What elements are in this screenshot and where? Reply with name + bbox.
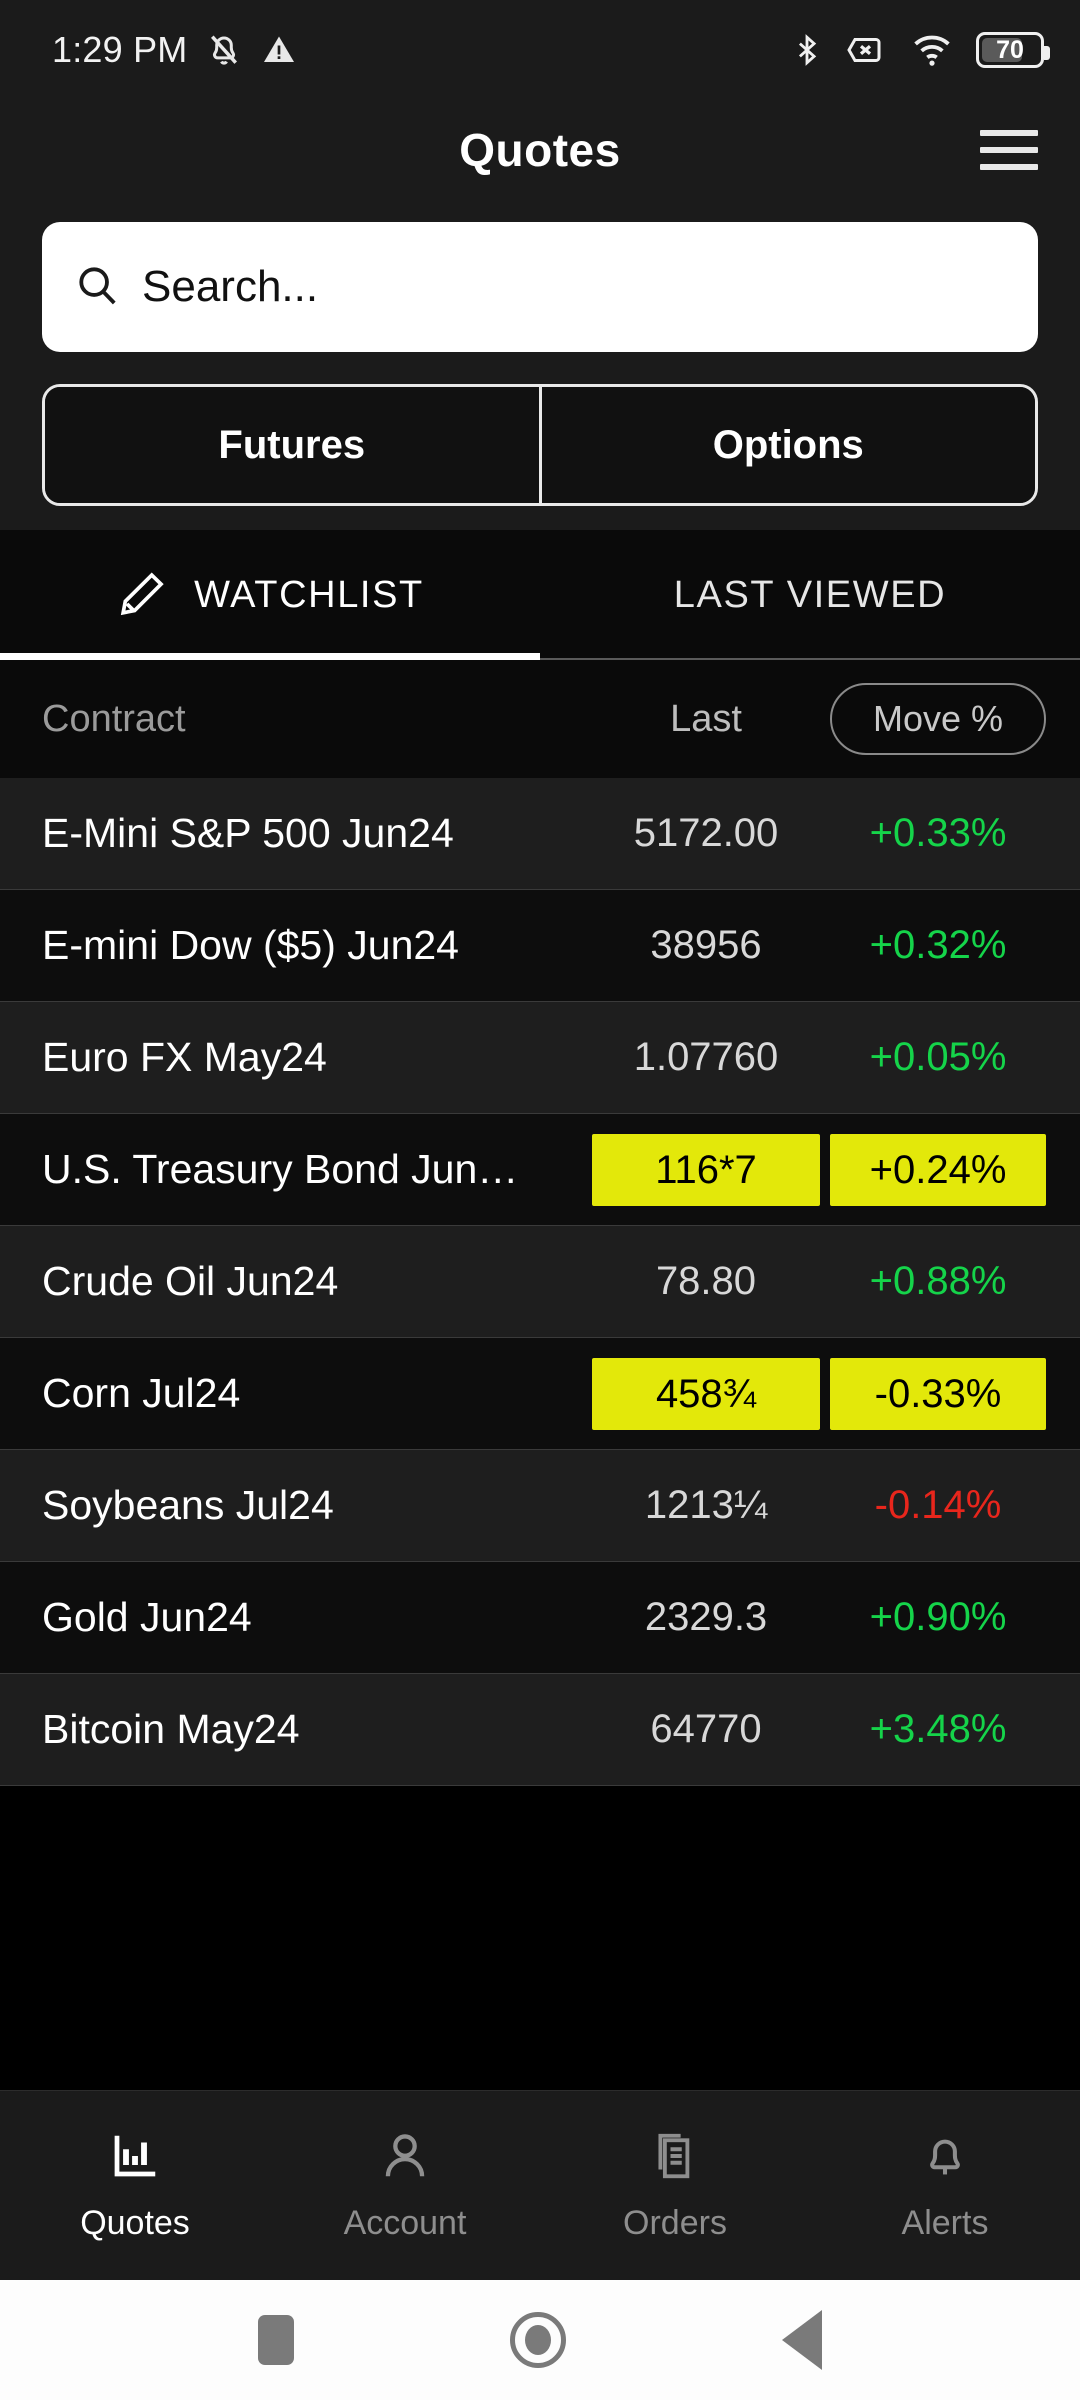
- table-row[interactable]: Soybeans Jul24 1213¼ -0.14%: [0, 1450, 1080, 1562]
- watchlist-tabs: WATCHLIST LAST VIEWED: [0, 530, 1080, 660]
- move-percent: +0.90%: [869, 1595, 1007, 1639]
- move-percent: +0.33%: [869, 811, 1007, 855]
- contract-name: Soybeans Jul24: [42, 1482, 334, 1528]
- table-row[interactable]: Euro FX May24 1.07760 +0.05%: [0, 1002, 1080, 1114]
- back-button[interactable]: [782, 2310, 822, 2370]
- search-icon: [74, 262, 120, 313]
- home-button[interactable]: [510, 2312, 566, 2368]
- warning-triangle-icon: [261, 32, 297, 68]
- table-row[interactable]: U.S. Treasury Bond Jun… 116*7 +0.24%: [0, 1114, 1080, 1226]
- app-screen: 1:29 PM 70 Quotes Search... Futures Opti…: [0, 0, 1080, 2400]
- bluetooth-icon: [790, 31, 824, 69]
- status-bar-right: 70: [790, 31, 1050, 69]
- last-price: 2329.3: [644, 1595, 768, 1639]
- tab-last-viewed-label: LAST VIEWED: [673, 573, 947, 616]
- table-row[interactable]: E-mini Dow ($5) Jun24 38956 +0.32%: [0, 890, 1080, 1002]
- nav-label-orders: Orders: [623, 2203, 727, 2242]
- no-sim-icon: [846, 31, 888, 69]
- app-header: Quotes: [0, 100, 1080, 200]
- segment-options[interactable]: Options: [538, 387, 1035, 503]
- nav-item-account[interactable]: Account: [270, 2129, 540, 2243]
- bell-icon: [918, 2129, 972, 2188]
- search-input[interactable]: Search...: [42, 222, 1038, 352]
- tab-watchlist[interactable]: WATCHLIST: [0, 530, 540, 660]
- hamburger-menu-icon[interactable]: [980, 130, 1038, 170]
- table-row[interactable]: Crude Oil Jun24 78.80 +0.88%: [0, 1226, 1080, 1338]
- nav-label-quotes: Quotes: [80, 2203, 190, 2242]
- search-container: Search...: [0, 200, 1080, 370]
- bell-muted-icon: [205, 31, 243, 69]
- tab-last-viewed[interactable]: LAST VIEWED: [540, 530, 1080, 660]
- nav-label-account: Account: [343, 2203, 467, 2242]
- move-percent: +0.24%: [830, 1133, 1046, 1206]
- move-percent: +0.05%: [869, 1035, 1007, 1079]
- table-row[interactable]: Bitcoin May24 64770 +3.48%: [0, 1674, 1080, 1786]
- move-percent: +0.32%: [869, 923, 1007, 967]
- pencil-edit-icon[interactable]: [116, 569, 168, 621]
- last-price: 78.80: [655, 1259, 757, 1303]
- wifi-icon: [910, 31, 954, 69]
- contract-name: Gold Jun24: [42, 1594, 252, 1640]
- bottom-navigation: Quotes Account Orders Alerts: [0, 2090, 1080, 2280]
- market-type-container: Futures Options: [0, 370, 1080, 530]
- market-type-segmented-control: Futures Options: [42, 384, 1038, 506]
- empty-space: [0, 1786, 1080, 2090]
- tab-watchlist-label: WATCHLIST: [194, 573, 424, 616]
- nav-item-orders[interactable]: Orders: [540, 2129, 810, 2243]
- last-price: 5172.00: [633, 811, 779, 855]
- last-price: 116*7: [592, 1133, 820, 1206]
- quotes-table-body: E-Mini S&P 500 Jun24 5172.00 +0.33% E-mini …: [0, 778, 1080, 1786]
- nav-item-alerts[interactable]: Alerts: [810, 2129, 1080, 2243]
- battery-icon: 70: [976, 32, 1050, 68]
- table-row[interactable]: Gold Jun24 2329.3 +0.90%: [0, 1562, 1080, 1674]
- last-price: 64770: [650, 1707, 762, 1751]
- table-row[interactable]: Corn Jul24 458¾ -0.33%: [0, 1338, 1080, 1450]
- move-percent: -0.33%: [830, 1357, 1046, 1430]
- status-time: 1:29 PM: [52, 29, 188, 70]
- move-percent: -0.14%: [874, 1483, 1002, 1527]
- table-row[interactable]: E-Mini S&P 500 Jun24 5172.00 +0.33%: [0, 778, 1080, 890]
- nav-label-alerts: Alerts: [901, 2203, 989, 2242]
- last-price: 38956: [650, 923, 762, 967]
- last-price: 1213¼: [644, 1483, 768, 1527]
- android-navigation-bar: [0, 2280, 1080, 2400]
- last-price: 1.07760: [633, 1035, 779, 1079]
- search-placeholder: Search...: [142, 262, 319, 311]
- documents-icon: [648, 2129, 702, 2188]
- nav-item-quotes[interactable]: Quotes: [0, 2129, 270, 2243]
- person-icon: [378, 2129, 432, 2188]
- contract-name: Euro FX May24: [42, 1034, 327, 1080]
- column-header-last: Last: [670, 697, 742, 740]
- contract-name: Bitcoin May24: [42, 1706, 300, 1752]
- page-title: Quotes: [459, 124, 621, 176]
- contract-name: E-mini Dow ($5) Jun24: [42, 922, 459, 968]
- recents-button[interactable]: [258, 2315, 294, 2365]
- move-percent: +3.48%: [869, 1707, 1007, 1751]
- contract-name: Crude Oil Jun24: [42, 1258, 339, 1304]
- last-price: 458¾: [592, 1357, 820, 1430]
- status-bar: 1:29 PM 70: [0, 0, 1080, 100]
- contract-name: Corn Jul24: [42, 1370, 241, 1416]
- tab-active-indicator: [0, 653, 540, 660]
- move-percent: +0.88%: [869, 1259, 1007, 1303]
- battery-level: 70: [996, 35, 1024, 64]
- column-header-contract: Contract: [42, 697, 186, 740]
- contract-name: U.S. Treasury Bond Jun…: [42, 1146, 519, 1192]
- bar-chart-icon: [108, 2129, 162, 2188]
- status-bar-left: 1:29 PM: [52, 29, 297, 71]
- quotes-table-header: Contract Last Move %: [0, 660, 1080, 778]
- column-header-move-button[interactable]: Move %: [830, 683, 1046, 755]
- contract-name: E-Mini S&P 500 Jun24: [42, 810, 454, 856]
- segment-futures[interactable]: Futures: [45, 387, 539, 503]
